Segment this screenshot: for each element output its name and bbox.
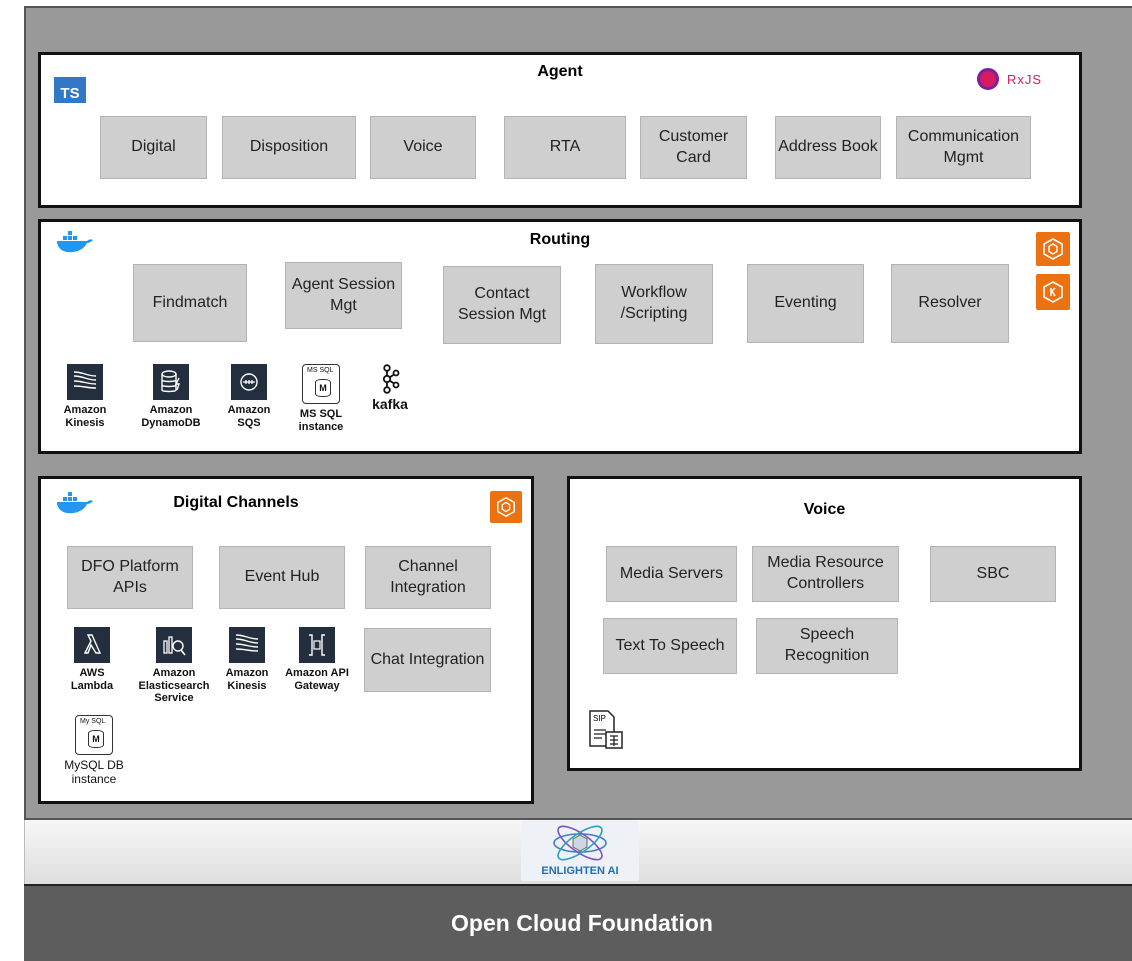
voice-title: Voice	[803, 501, 846, 518]
agent-box-customer-card: Customer Card	[640, 116, 747, 179]
routing-box-workflow-scripting: Workflow /Scripting	[595, 264, 713, 344]
dc-box-chat-integration: Chat Integration	[364, 628, 491, 692]
api-gateway-icon	[299, 627, 335, 663]
enlighten-ai-logo: ENLIGHTEN AI	[521, 821, 639, 881]
kafka-label: kafka	[372, 396, 408, 412]
kinesis-icon	[67, 364, 103, 400]
foundation-label: Open Cloud Foundation	[451, 910, 713, 936]
service-amazon-kinesis: Amazon Kinesis	[53, 364, 117, 429]
voice-box-sbc: SBC	[930, 546, 1056, 602]
kafka-logo: kafka	[365, 364, 415, 413]
dc-box-dfo-platform-apis: DFO Platform APIs	[67, 546, 193, 609]
service-label: Amazon API Gateway	[285, 667, 349, 692]
rxjs-icon	[977, 68, 999, 90]
voice-panel: Voice Media Servers Media Resource Contr…	[567, 476, 1082, 771]
routing-panel: Routing Findmatch Agent Session Mgt Cont…	[38, 219, 1082, 454]
routing-box-contact-session-mgt: Contact Session Mgt	[443, 266, 561, 344]
ts-badge-label: TS	[60, 85, 80, 102]
sip-label: SIP	[593, 714, 606, 723]
mssql-icon-label: MS SQL	[307, 367, 334, 374]
service-label: AWS Lambda	[70, 667, 114, 692]
sip-document-icon: SIP	[588, 710, 632, 750]
agent-box-disposition: Disposition	[222, 116, 356, 179]
service-mysql-db-instance: My SQL M MySQL DB instance	[57, 715, 131, 787]
agent-box-communication-mgmt: Communication Mgmt	[896, 116, 1031, 179]
routing-title: Routing	[529, 231, 591, 248]
aws-ecs-icon	[490, 491, 522, 523]
routing-box-eventing: Eventing	[747, 264, 864, 343]
kinesis-icon	[229, 627, 265, 663]
elasticsearch-icon	[156, 627, 192, 663]
lambda-icon	[74, 627, 110, 663]
kafka-icon	[382, 364, 400, 394]
service-amazon-api-gateway: Amazon API Gateway	[285, 627, 349, 692]
docker-icon	[57, 492, 93, 514]
service-label: MySQL DB instance	[64, 758, 124, 786]
open-cloud-foundation-bar: Open Cloud Foundation	[24, 884, 1132, 961]
sqs-icon	[231, 364, 267, 400]
mysql-icon-label: My SQL	[80, 718, 106, 725]
mysql-icon: My SQL M	[75, 715, 113, 755]
enlighten-atom-icon	[553, 825, 607, 861]
rxjs-logo: RxJS	[977, 68, 1042, 90]
mssql-icon: MS SQL M	[302, 364, 340, 404]
service-amazon-kinesis: Amazon Kinesis	[217, 627, 277, 692]
routing-box-agent-session-mgt: Agent Session Mgt	[285, 262, 402, 329]
service-label: Amazon Kinesis	[225, 667, 269, 692]
agent-box-digital: Digital	[100, 116, 207, 179]
service-amazon-sqs: Amazon SQS	[221, 364, 277, 429]
service-ms-sql-instance: MS SQL M MS SQL instance	[289, 364, 353, 433]
digital-channels-panel: Digital Channels DFO Platform APIs Event…	[38, 476, 534, 804]
db-m-glyph: M	[315, 379, 331, 397]
voice-box-speech-recognition: Speech Recognition	[756, 618, 898, 674]
aws-eks-icon	[1036, 274, 1070, 310]
dc-box-event-hub: Event Hub	[219, 546, 345, 609]
rxjs-label: RxJS	[1007, 71, 1043, 87]
enlighten-strip: ENLIGHTEN AI	[24, 820, 1132, 884]
service-amazon-dynamodb: Amazon DynamoDB	[135, 364, 207, 429]
voice-box-media-servers: Media Servers	[606, 546, 737, 602]
typescript-icon: TS	[54, 77, 86, 103]
service-label: MS SQL instance	[298, 408, 344, 433]
agent-box-address-book: Address Book	[775, 116, 881, 179]
routing-box-resolver: Resolver	[891, 264, 1009, 343]
db-m-glyph: M	[88, 730, 104, 748]
dc-box-channel-integration: Channel Integration	[365, 546, 491, 609]
service-label: Amazon Kinesis	[63, 404, 107, 429]
routing-box-findmatch: Findmatch	[133, 264, 247, 342]
service-label: Amazon Elasticsearch Service	[138, 667, 210, 705]
service-aws-lambda: AWS Lambda	[65, 627, 119, 692]
service-label: Amazon DynamoDB	[141, 404, 201, 429]
aws-ecs-icon	[1036, 232, 1070, 266]
voice-box-text-to-speech: Text To Speech	[603, 618, 737, 674]
docker-icon	[57, 231, 93, 253]
agent-panel: Agent TS RxJS Digital Disposition Voice …	[38, 52, 1082, 208]
agent-box-voice: Voice	[370, 116, 476, 179]
dynamodb-icon	[153, 364, 189, 400]
voice-box-media-resource-controllers: Media Resource Controllers	[752, 546, 899, 602]
agent-box-rta: RTA	[504, 116, 626, 179]
enlighten-ai-label: ENLIGHTEN AI	[541, 865, 619, 877]
agent-title: Agent	[537, 63, 583, 80]
service-label: Amazon SQS	[227, 404, 271, 429]
service-amazon-elasticsearch: Amazon Elasticsearch Service	[131, 627, 217, 705]
